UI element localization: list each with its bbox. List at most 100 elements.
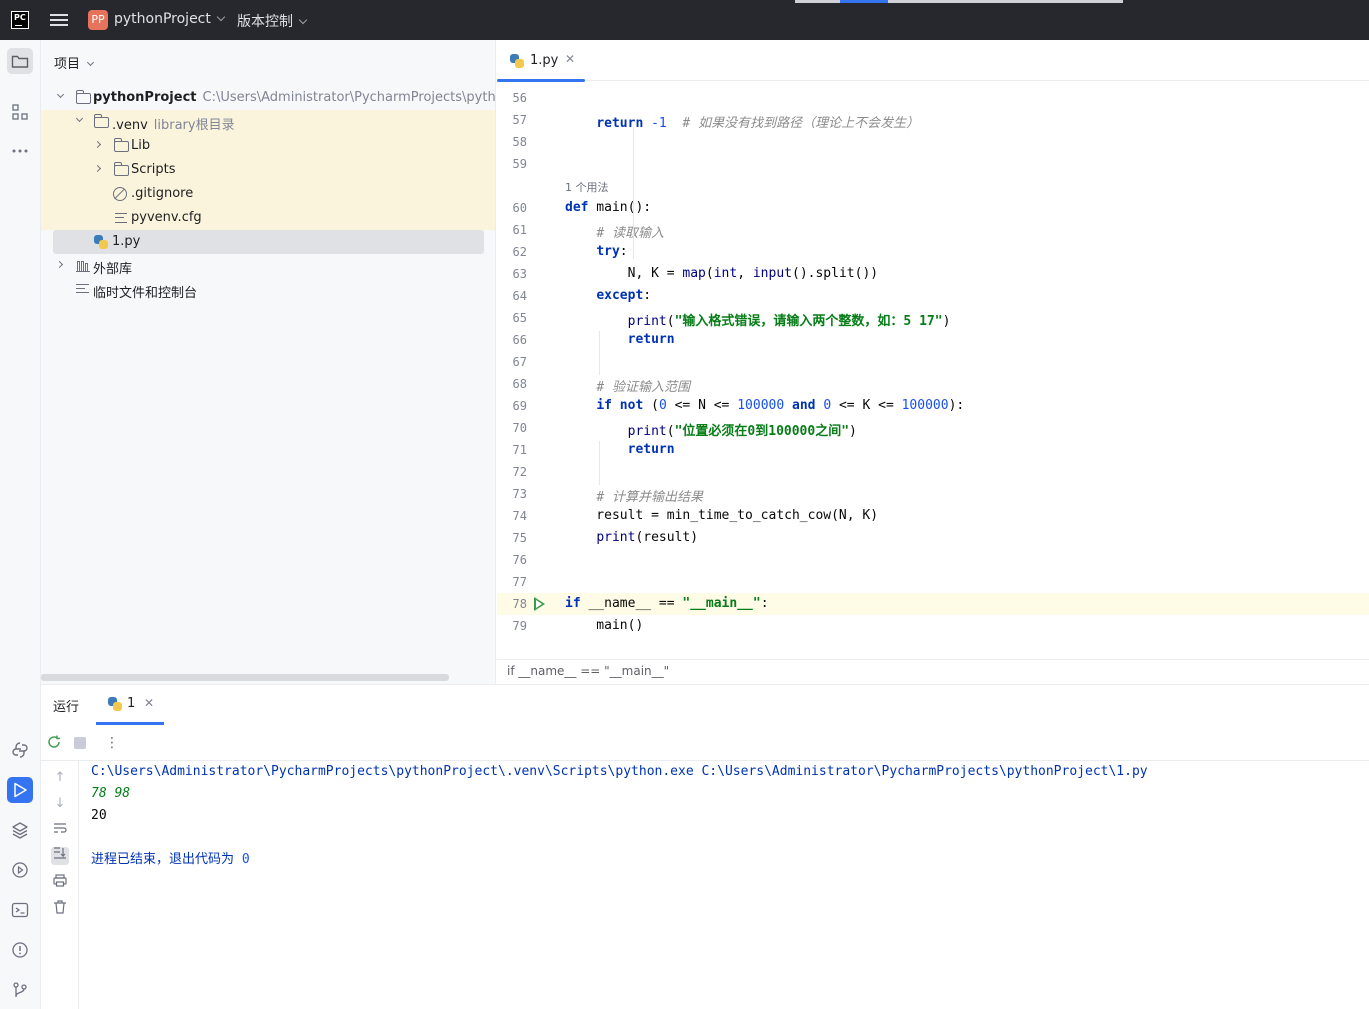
- code-line[interactable]: 57 return -1 # 如果没有找到路径（理论上不会发生）: [497, 109, 1369, 131]
- chevron-right-icon[interactable]: [55, 260, 64, 269]
- run-widget[interactable]: [795, 0, 1123, 3]
- project-switcher[interactable]: pythonProject: [114, 11, 226, 27]
- run-gutter-icon[interactable]: [534, 597, 545, 611]
- tree-item-scripts[interactable]: Scripts: [41, 158, 495, 182]
- services-icon[interactable]: [7, 857, 33, 883]
- breadcrumb[interactable]: if __name__ == "__main__": [497, 659, 1369, 684]
- soft-wrap-icon[interactable]: [51, 822, 69, 840]
- project-badge[interactable]: PP: [88, 10, 108, 30]
- up-arrow-icon[interactable]: ↑: [51, 769, 69, 787]
- code-text: except:: [596, 288, 652, 303]
- down-arrow-icon[interactable]: ↓: [51, 795, 69, 813]
- code-line[interactable]: 75 print(result): [497, 527, 1369, 549]
- code-line[interactable]: 65 print("输入格式错误，请输入两个整数，如：5 17"): [497, 307, 1369, 329]
- editor-tab-label: 1.py: [530, 53, 559, 68]
- tree-item-scratches[interactable]: 临时文件和控制台: [41, 278, 495, 302]
- git-branch-icon[interactable]: [7, 977, 33, 1003]
- tree-item-venv[interactable]: .venv library根目录: [41, 110, 495, 134]
- structure-icon[interactable]: [7, 99, 33, 125]
- code-text: return: [627, 332, 675, 347]
- code-line[interactable]: 77: [497, 571, 1369, 593]
- line-number: 78: [512, 597, 527, 611]
- code-line[interactable]: 67: [497, 351, 1369, 373]
- console-input: 78 98: [91, 786, 131, 801]
- tree-item-pyvenv-cfg[interactable]: pyvenv.cfg: [41, 206, 495, 230]
- code-line[interactable]: 59: [497, 153, 1369, 175]
- trash-icon[interactable]: [51, 900, 69, 918]
- chevron-right-icon[interactable]: [93, 140, 102, 149]
- run-tab-1[interactable]: 1 ✕: [96, 685, 164, 725]
- terminal-icon[interactable]: [7, 897, 33, 923]
- close-icon[interactable]: ✕: [144, 696, 154, 710]
- project-panel-title[interactable]: 项目: [54, 53, 95, 72]
- code-line[interactable]: 56: [497, 87, 1369, 109]
- folder-icon: [75, 90, 91, 104]
- project-tool-folder-icon[interactable]: [7, 48, 33, 74]
- code-area[interactable]: 56 57 return -1 # 如果没有找到路径（理论上不会发生） 58 59 1 …: [497, 81, 1369, 659]
- tree-item-root[interactable]: pythonProject C:\Users\Administrator\Pych…: [41, 86, 495, 110]
- code-line[interactable]: 63 N, K = map(int, input().split()): [497, 263, 1369, 285]
- tree-item-lib[interactable]: Lib: [41, 134, 495, 158]
- run-tool-icon[interactable]: [7, 777, 33, 803]
- chevron-down-icon: [216, 12, 226, 22]
- code-line[interactable]: 68 # 验证输入范围: [497, 373, 1369, 395]
- editor-tab-bar: 1.py ✕: [497, 40, 1369, 82]
- run-panel-title: 运行: [53, 700, 80, 715]
- line-number: 58: [512, 135, 527, 149]
- tree-item-gitignore[interactable]: .gitignore: [41, 182, 495, 206]
- main-menu-icon[interactable]: [49, 11, 69, 29]
- chevron-down-icon[interactable]: [56, 90, 65, 99]
- stop-icon[interactable]: [74, 737, 86, 749]
- code-line[interactable]: 62 try:: [497, 241, 1369, 263]
- python-console-icon[interactable]: [7, 737, 33, 763]
- line-number: 62: [512, 245, 527, 259]
- code-line[interactable]: 79 main(): [497, 615, 1369, 637]
- code-text: # 计算并输出结果: [596, 490, 703, 505]
- more-options-icon[interactable]: ⋮: [103, 734, 121, 752]
- chevron-right-icon[interactable]: [93, 164, 102, 173]
- pycharm-logo-icon[interactable]: PC: [11, 11, 29, 29]
- code-line[interactable]: 72: [497, 461, 1369, 483]
- tree-item-1-py[interactable]: 1.py: [53, 230, 484, 254]
- venv-name: .venv: [112, 118, 148, 133]
- line-number: 79: [512, 619, 527, 633]
- code-line[interactable]: 69 if not (0 <= N <= 100000 and 0 <= K <…: [497, 395, 1369, 417]
- more-tools-icon[interactable]: [7, 138, 33, 164]
- title-bar: PC PP pythonProject 版本控制: [0, 0, 1369, 40]
- code-line[interactable]: 58: [497, 131, 1369, 153]
- tree-item-label: .gitignore: [131, 186, 194, 201]
- indent-guide: [599, 441, 600, 485]
- code-line[interactable]: 60 def main():: [497, 197, 1369, 219]
- scroll-to-end-icon[interactable]: [51, 847, 69, 865]
- line-number: 65: [512, 311, 527, 325]
- code-line[interactable]: 64 except:: [497, 285, 1369, 307]
- console-side-toolbar: ↑ ↓: [41, 761, 79, 1009]
- code-text: def main():: [565, 200, 652, 215]
- horizontal-scrollbar[interactable]: [41, 674, 449, 681]
- code-line[interactable]: 74 result = min_time_to_catch_cow(N, K): [497, 505, 1369, 527]
- problems-icon[interactable]: [7, 937, 33, 963]
- line-number: 73: [512, 487, 527, 501]
- code-line[interactable]: 61 # 读取输入: [497, 219, 1369, 241]
- close-icon[interactable]: ✕: [565, 52, 575, 66]
- chevron-down-icon: [86, 58, 95, 67]
- code-line[interactable]: 78 if __name__ == "__main__":: [497, 593, 1369, 615]
- print-icon[interactable]: [51, 874, 69, 892]
- code-line[interactable]: 66 return: [497, 329, 1369, 351]
- code-line[interactable]: 71 return: [497, 439, 1369, 461]
- vcs-menu[interactable]: 版本控制: [237, 11, 308, 31]
- layers-icon[interactable]: [7, 817, 33, 843]
- tree-item-external-libs[interactable]: 外部库: [41, 254, 495, 278]
- rerun-icon[interactable]: [45, 734, 63, 752]
- python-file-icon: [510, 54, 524, 68]
- code-line[interactable]: 70 print("位置必须在0到100000之间"): [497, 417, 1369, 439]
- code-line[interactable]: 76: [497, 549, 1369, 571]
- chevron-down-icon[interactable]: [75, 114, 84, 123]
- code-line[interactable]: 73 # 计算并输出结果: [497, 483, 1369, 505]
- usages-hint[interactable]: 1 个用法: [497, 175, 1369, 197]
- run-tab-label: 1: [127, 696, 136, 711]
- console-output[interactable]: C:\Users\Administrator\PycharmProjects\p…: [91, 763, 1148, 873]
- console-exit-line: 进程已结束，退出代码为 0: [91, 851, 1148, 873]
- editor-tab-1-py[interactable]: 1.py ✕: [497, 40, 585, 82]
